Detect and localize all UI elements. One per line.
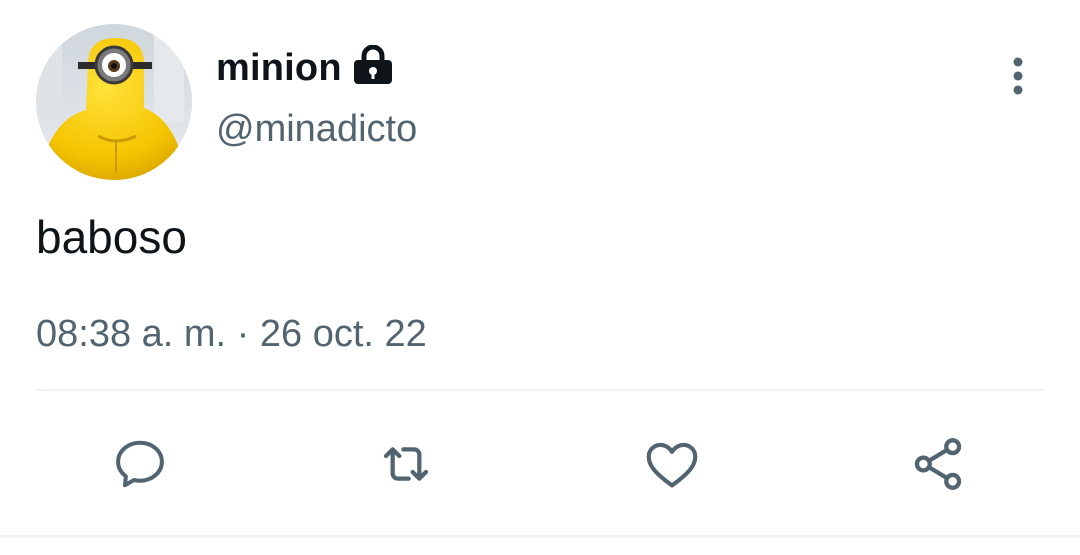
tweet-text: baboso — [36, 211, 187, 263]
reply-icon — [116, 440, 164, 488]
retweet-icon — [383, 447, 429, 481]
avatar-image — [36, 24, 192, 180]
timestamp[interactable]: 08:38 a. m. · 26 oct. 22 — [36, 308, 427, 360]
divider — [36, 389, 1044, 391]
heart-icon — [646, 442, 698, 488]
share-icon — [914, 438, 962, 490]
avatar[interactable] — [36, 24, 192, 180]
tweet-card: minion @minadicto baboso 08:38 a. m. · 2… — [0, 0, 1080, 555]
more-options-button[interactable] — [990, 46, 1046, 106]
reply-button[interactable] — [104, 428, 176, 500]
display-name-row: minion — [216, 40, 394, 96]
lock-icon — [352, 45, 394, 85]
more-vertical-icon — [1013, 57, 1023, 95]
display-name[interactable]: minion — [216, 47, 342, 90]
bottom-divider — [0, 535, 1080, 538]
like-button[interactable] — [636, 428, 708, 500]
handle[interactable]: @minadicto — [216, 108, 417, 151]
share-button[interactable] — [902, 428, 974, 500]
retweet-button[interactable] — [370, 428, 442, 500]
